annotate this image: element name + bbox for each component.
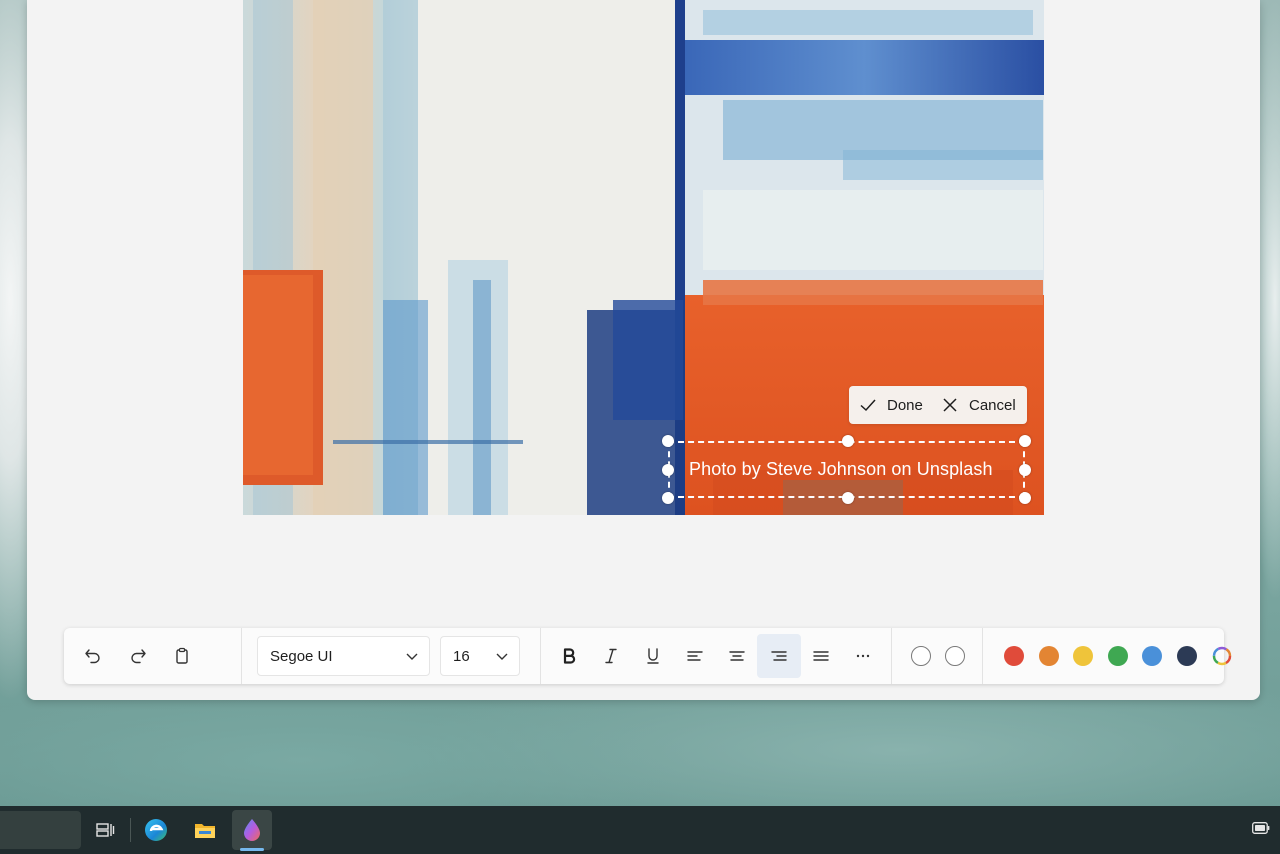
resize-handle-top-left[interactable] [662,435,674,447]
task-view-icon [96,823,115,837]
close-icon [943,398,957,412]
text-selection-box[interactable]: Photo by Steve Johnson on Unsplash [668,441,1025,498]
caption-text[interactable]: Photo by Steve Johnson on Unsplash [689,459,993,480]
more-options-button[interactable] [841,634,885,678]
task-view-button[interactable] [89,814,121,846]
underline-button[interactable] [631,634,675,678]
undo-icon [85,649,100,664]
resize-handle-bottom-left[interactable] [662,492,674,504]
bold-button[interactable] [547,634,591,678]
bold-icon [563,648,576,664]
toolbar-separator [982,628,983,684]
done-label: Done [887,396,923,414]
done-button[interactable]: Done [849,386,937,424]
font-size-value: 16 [453,647,470,665]
active-app-indicator [240,848,264,851]
align-center-button[interactable] [715,634,759,678]
align-left-icon [687,651,703,661]
taskbar [0,806,1280,854]
resize-handle-bottom[interactable] [842,492,854,504]
redo-button[interactable] [116,634,160,678]
color-swatch[interactable] [1142,646,1162,666]
italic-button[interactable] [589,634,633,678]
toolbar-separator [241,628,242,684]
outline-swatch[interactable] [945,646,965,666]
no-fill-swatch[interactable] [911,646,931,666]
taskbar-separator [130,818,131,842]
clipboard-icon [176,647,188,664]
align-right-icon [771,651,787,661]
redo-icon [131,649,146,664]
app-window: Done Cancel Photo by Steve Johnson on Un… [27,0,1260,700]
color-swatch[interactable] [1073,646,1093,666]
text-format-toolbar: Segoe UI 16 [64,628,1232,684]
color-swatch[interactable] [1177,646,1197,666]
underline-icon [647,648,659,664]
canvas-image[interactable] [243,0,1044,515]
edge-button[interactable] [140,814,172,846]
justify-icon [813,651,829,661]
font-family-select[interactable]: Segoe UI [257,636,430,676]
resize-handle-top[interactable] [842,435,854,447]
chevron-down-icon [496,653,508,660]
paint-app-button[interactable] [236,814,268,846]
align-center-icon [729,651,745,661]
undo-button[interactable] [71,634,115,678]
font-size-select[interactable]: 16 [440,636,520,676]
font-family-value: Segoe UI [270,647,333,665]
file-explorer-icon [195,824,215,838]
toolbar-separator [540,628,541,684]
color-picker-icon[interactable] [1212,646,1232,666]
color-swatch[interactable] [1039,646,1059,666]
checkmark-icon [860,399,876,412]
resize-handle-left[interactable] [662,464,674,476]
cancel-button[interactable]: Cancel [937,386,1016,424]
color-swatch[interactable] [1108,646,1128,666]
taskbar-search[interactable] [0,811,81,849]
italic-icon [605,648,617,664]
more-icon [856,654,870,658]
clipboard-button[interactable] [160,634,204,678]
justify-button[interactable] [799,634,843,678]
paint-app-icon [244,819,260,841]
text-edit-actions: Done Cancel [849,386,1027,424]
align-left-button[interactable] [673,634,717,678]
resize-handle-right[interactable] [1019,464,1031,476]
battery-icon[interactable] [1252,822,1270,834]
chevron-down-icon [406,653,418,660]
resize-handle-top-right[interactable] [1019,435,1031,447]
color-swatch[interactable] [1004,646,1024,666]
align-right-button[interactable] [757,634,801,678]
toolbar-separator [891,628,892,684]
edge-icon [145,819,167,841]
abstract-painting [243,0,1044,515]
file-explorer-button[interactable] [189,814,221,846]
cancel-label: Cancel [969,396,1016,414]
resize-handle-bottom-right[interactable] [1019,492,1031,504]
